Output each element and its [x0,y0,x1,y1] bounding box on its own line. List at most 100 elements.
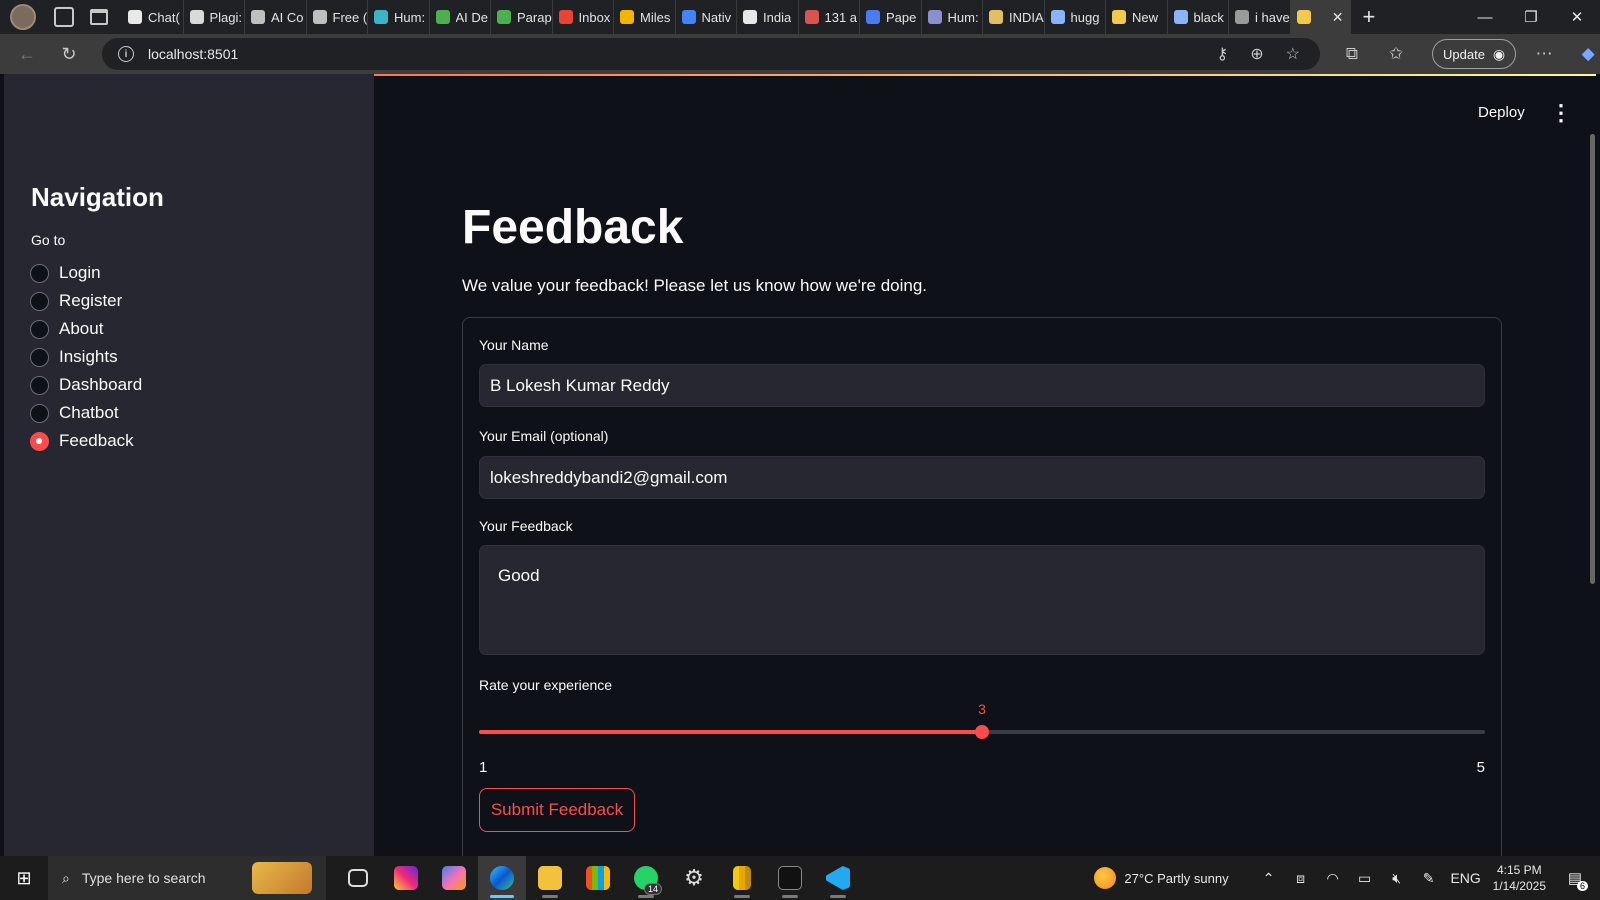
browser-tab[interactable]: Nativ [676,0,737,34]
browser-tab[interactable]: AI Co [245,0,307,34]
vscode-icon[interactable] [814,856,862,900]
restore-button[interactable]: ❐ [1508,0,1554,34]
nav-option-dashboard[interactable]: Dashboard [30,371,142,399]
file-explorer-icon[interactable] [526,856,574,900]
tab-favicon-icon [804,10,819,24]
radio-button-icon[interactable] [30,319,49,339]
site-info-icon[interactable]: i [118,46,134,62]
browser-tab[interactable]: Hum: [368,0,430,34]
pen-icon[interactable]: ✎ [1413,870,1445,887]
browser-tab[interactable]: Plagi: [184,0,245,34]
radio-button-icon[interactable] [30,403,49,423]
radio-button-icon[interactable] [30,291,49,311]
more-options-icon[interactable]: ⋯ [1528,44,1560,64]
slider-thumb[interactable] [975,725,989,739]
slider-max-label: 5 [1476,759,1485,776]
browser-tab[interactable]: black [1168,0,1229,34]
terminal-icon[interactable] [766,856,814,900]
browser-tab[interactable]: Miles [614,0,676,34]
copilot-icon[interactable]: ◆ [1572,44,1600,64]
browser-tab[interactable]: Chat( [122,0,184,34]
reload-button[interactable]: ↻ [54,39,84,69]
volume-muted-icon[interactable]: 🔇︎ [1381,870,1413,887]
favorite-star-icon[interactable]: ☆ [1286,44,1300,64]
address-bar[interactable]: i localhost:8501 ⚷ ⊕ ☆ [102,38,1320,70]
power-bi-icon[interactable] [718,856,766,900]
whatsapp-icon[interactable]: 14 [622,856,670,900]
browser-tab[interactable]: Free ( [307,0,368,34]
wifi-icon[interactable]: ◠ [1317,870,1349,887]
browser-tab[interactable]: hugg [1045,0,1106,34]
new-tab-button[interactable]: + [1363,4,1376,30]
deploy-button[interactable]: Deploy [1478,104,1525,121]
name-input[interactable] [479,364,1485,407]
taskbar-search[interactable]: ⌕ Type here to search [48,856,326,900]
windows-start-icon[interactable]: ⊞ [0,856,48,900]
edge-browser-icon[interactable] [478,856,526,900]
sidebar: Navigation Go to Login Register About Insig… [4,74,374,856]
update-label: Update [1443,46,1485,62]
email-input[interactable] [479,456,1485,499]
battery-icon[interactable]: ▭ [1349,870,1381,887]
nav-option-register[interactable]: Register [30,287,142,315]
active-tab[interactable]: ✕ [1290,0,1351,34]
nav-option-login[interactable]: Login [30,259,142,287]
nav-option-feedback[interactable]: Feedback [30,427,142,455]
submit-feedback-button[interactable]: Submit Feedback [479,788,635,832]
notification-center-icon[interactable]: ▤ 6 [1560,863,1590,893]
search-icon: ⌕ [62,869,70,886]
browser-tab[interactable]: India [737,0,799,34]
task-view-icon[interactable] [334,856,382,900]
sidebar-title: Navigation [31,182,164,212]
password-key-icon[interactable]: ⚷ [1217,44,1229,64]
profile-avatar[interactable] [10,4,36,30]
back-button[interactable]: ← [12,39,42,69]
name-label: Your Name [479,337,549,353]
weather-widget[interactable]: 27°C Partly sunny [1094,867,1229,889]
url-text[interactable]: localhost:8501 [148,46,238,62]
browser-tab[interactable]: Hum: [922,0,983,34]
settings-gear-icon[interactable]: ⚙ [670,856,718,900]
browser-tab[interactable]: INDIA [983,0,1045,34]
radio-button-icon[interactable] [30,347,49,367]
browser-tab[interactable]: Parap [491,0,553,34]
copilot-app-icon[interactable] [430,856,478,900]
browser-tab[interactable]: New [1106,0,1168,34]
browser-tab[interactable]: i have [1229,0,1291,34]
radio-button-icon[interactable] [30,431,49,451]
radio-button-icon[interactable] [30,263,49,283]
nav-option-chatbot[interactable]: Chatbot [30,399,142,427]
show-hidden-icons-chevron-icon[interactable]: ⌃ [1253,870,1285,887]
update-button[interactable]: Update ◉ [1432,39,1517,69]
browser-tab[interactable]: AI De [430,0,491,34]
language-indicator[interactable]: ENG [1445,870,1487,886]
tab-favicon-icon [1050,10,1065,24]
partly-sunny-icon [1094,867,1117,889]
microsoft-store-icon[interactable] [574,856,622,900]
browser-tab[interactable]: Pape [860,0,922,34]
clock[interactable]: 4:15 PM 1/14/2025 [1493,862,1546,894]
minimize-button[interactable]: — [1462,0,1508,34]
nav-option-about[interactable]: About [30,315,142,343]
close-tab-icon[interactable]: ✕ [1332,9,1344,26]
rating-slider[interactable]: 3 [479,701,1485,749]
zoom-icon[interactable]: ⊕ [1250,44,1263,64]
meet-now-icon[interactable]: ⧈ [1285,870,1317,887]
radio-button-icon[interactable] [30,375,49,395]
page-scrollbar[interactable] [1590,134,1595,584]
nav-option-label: Insights [59,347,118,366]
favorites-icon[interactable]: ✩ [1380,44,1412,64]
radio-group-label: Go to [31,232,66,248]
workspaces-icon[interactable] [54,7,74,27]
extensions-icon[interactable]: ⧉ [1336,44,1368,64]
browser-tab[interactable]: Inbox [553,0,614,34]
feedback-textarea[interactable]: Good [479,545,1485,655]
nav-option-insights[interactable]: Insights [30,343,142,371]
notification-count: 6 [1576,881,1588,891]
instagram-icon[interactable] [382,856,430,900]
tab-favicon-icon [620,10,634,24]
tab-actions-icon[interactable] [90,9,108,25]
browser-tab[interactable]: 131 a [799,0,860,34]
main-menu-icon[interactable]: ⋮ [1550,102,1572,124]
close-window-button[interactable]: ✕ [1554,0,1600,34]
